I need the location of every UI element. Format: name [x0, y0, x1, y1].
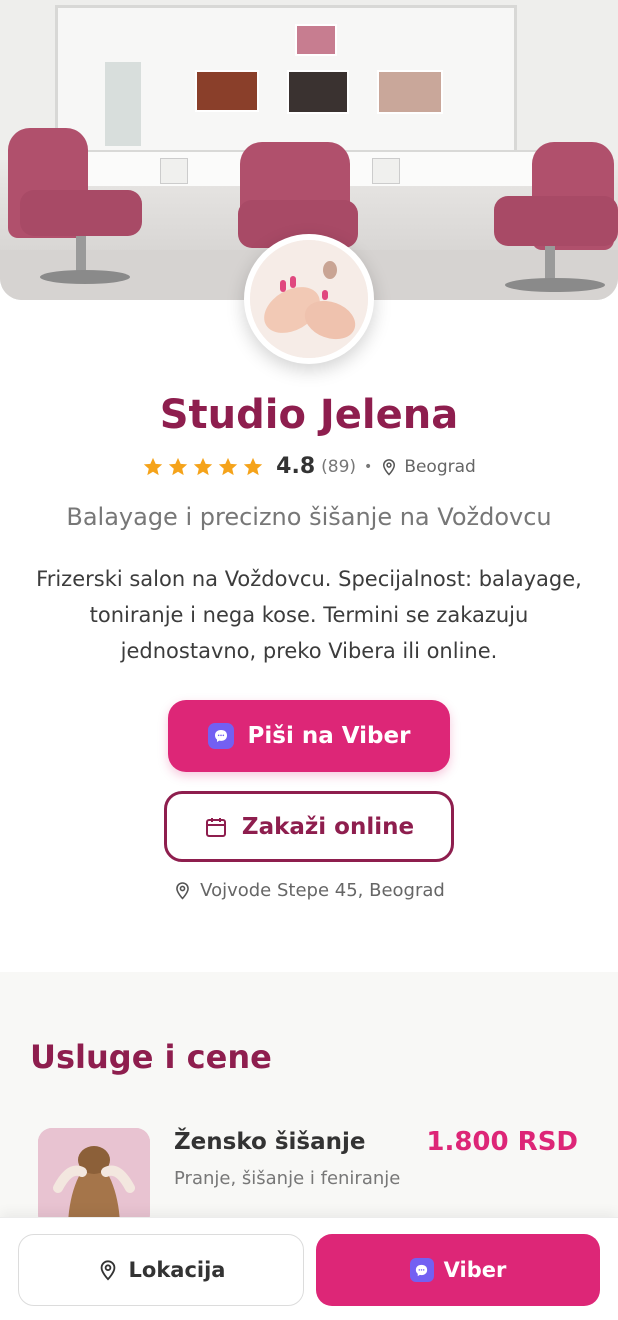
viber-bottom-button[interactable]: Viber	[316, 1234, 600, 1306]
address-text: Vojvode Stepe 45, Beograd	[200, 880, 445, 901]
rating-value: 4.8	[276, 454, 316, 479]
review-count: (89)	[321, 456, 357, 477]
bottom-action-bar: Lokacija Viber	[0, 1217, 618, 1320]
star-icon	[168, 457, 188, 475]
service-name: Žensko šišanje	[174, 1129, 366, 1155]
salon-avatar	[244, 234, 374, 364]
rating-stars	[142, 456, 264, 478]
star-icon	[143, 457, 163, 475]
viber-icon	[207, 723, 234, 749]
viber-icon	[409, 1258, 434, 1282]
service-image	[38, 1128, 150, 1228]
meta-separator: •	[364, 458, 373, 475]
salon-tagline: Balayage i precizno šišanje na Voždovcu	[66, 503, 552, 531]
calendar-icon	[205, 817, 226, 837]
star-icon	[193, 457, 213, 475]
map-pin-icon	[176, 882, 189, 900]
salon-description: Frizerski salon na Voždovcu. Specijalnos…	[36, 567, 582, 663]
salon-name: Studio Jelena	[159, 392, 459, 438]
book-online-label: Zakaži online	[241, 813, 415, 840]
salon-city: Beograd	[404, 456, 476, 477]
salon-address: Vojvode Stepe 45, Beograd	[0, 880, 618, 901]
service-price: 1.800 RSD	[426, 1127, 578, 1157]
map-pin-icon	[383, 458, 396, 476]
service-description: Pranje, šišanje i feniranje	[174, 1168, 401, 1189]
salon-meta: 4.8 (89) • Beograd	[0, 454, 618, 479]
location-button-label: Lokacija	[128, 1258, 226, 1282]
services-title: Usluge i cene	[30, 1038, 272, 1076]
star-icon	[218, 457, 238, 475]
star-icon	[243, 457, 263, 475]
viber-button[interactable]: Piši na Viber	[168, 700, 450, 772]
book-online-button[interactable]: Zakaži online	[164, 791, 454, 862]
location-button[interactable]: Lokacija	[18, 1234, 304, 1306]
map-pin-icon	[100, 1260, 115, 1281]
viber-bottom-label: Viber	[443, 1258, 507, 1282]
viber-button-label: Piši na Viber	[247, 723, 411, 749]
